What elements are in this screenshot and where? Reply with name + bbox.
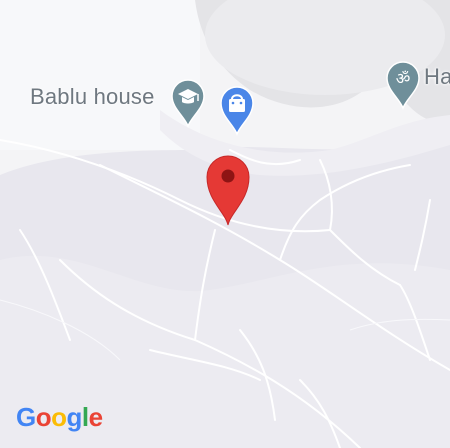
place-label-ha[interactable]: Ha: [424, 64, 450, 90]
google-logo-letter: g: [66, 402, 83, 432]
om-temple-icon[interactable]: ॐ: [385, 60, 421, 110]
place-label-bablu-house[interactable]: Bablu house: [30, 84, 155, 110]
google-logo-letter: G: [16, 402, 36, 432]
svg-text:ॐ: ॐ: [396, 69, 411, 88]
google-logo-letter: e: [88, 402, 103, 432]
google-logo: Google: [16, 402, 103, 433]
location-pin-icon[interactable]: [205, 154, 251, 226]
google-logo-letter: o: [35, 402, 52, 432]
graduation-cap-icon[interactable]: [170, 78, 206, 128]
shopping-bag-icon[interactable]: [219, 84, 255, 136]
google-logo-letter: o: [51, 402, 67, 432]
google-logo-letter: l: [81, 402, 89, 432]
map-view[interactable]: Bablu house ॐ Ha Google: [0, 0, 450, 448]
